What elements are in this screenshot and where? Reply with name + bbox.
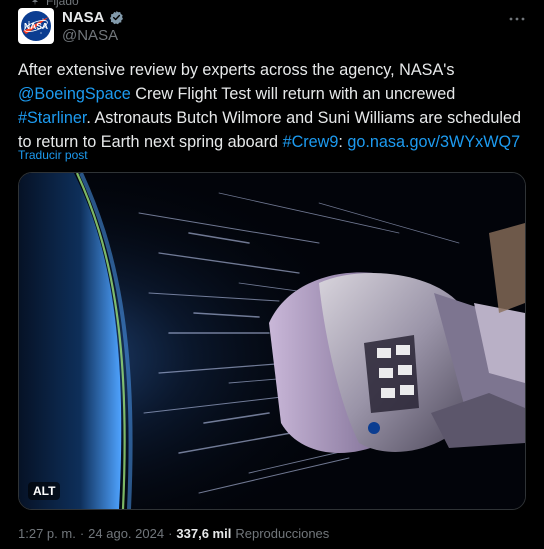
pin-icon (32, 0, 38, 6)
hashtag-link[interactable]: #Starliner (18, 109, 86, 127)
translate-post-link[interactable]: Traducir post (18, 148, 88, 162)
meta-separator: · (168, 526, 173, 541)
alt-text-badge[interactable]: ALT (28, 482, 61, 500)
more-options-button[interactable] (506, 10, 528, 28)
tweet-text-segment: : (338, 133, 348, 151)
meta-separator: · (79, 526, 85, 541)
starliner-photo (19, 173, 525, 509)
tweet-media-image[interactable] (18, 172, 526, 510)
author-handle[interactable]: @NASA (62, 27, 118, 44)
more-horizontal-icon (509, 17, 525, 21)
verified-badge-icon (109, 10, 123, 25)
post-date[interactable]: 24 ago. 2024 (88, 526, 164, 541)
tweet-text-segment: After extensive review by experts across… (18, 61, 455, 79)
hashtag-link[interactable]: #Crew9 (283, 133, 339, 151)
tweet-text-segment: Crew Flight Test will return with an unc… (130, 85, 456, 103)
author-display-name[interactable]: NASA (62, 9, 105, 26)
nasa-logo-icon: NASA (21, 11, 51, 41)
avatar[interactable]: NASA (18, 8, 54, 44)
pinned-label: Fijado (46, 0, 79, 8)
pinned-indicator: Fijado (30, 0, 79, 8)
mention-link[interactable]: @BoeingSpace (18, 85, 131, 103)
views-count: 337,6 mil (176, 526, 232, 541)
tweet-metadata: 1:27 p. m. · 24 ago. 2024 · 337,6 mil Re… (18, 526, 329, 541)
views-label: Reproducciones (235, 526, 330, 541)
tweet-text: After extensive review by experts across… (18, 58, 528, 154)
post-time[interactable]: 1:27 p. m. (18, 526, 76, 541)
author-name-row: NASA (62, 9, 124, 26)
url-link[interactable]: go.nasa.gov/3WYxWQ7 (347, 133, 520, 151)
svg-text:NASA: NASA (24, 21, 48, 31)
